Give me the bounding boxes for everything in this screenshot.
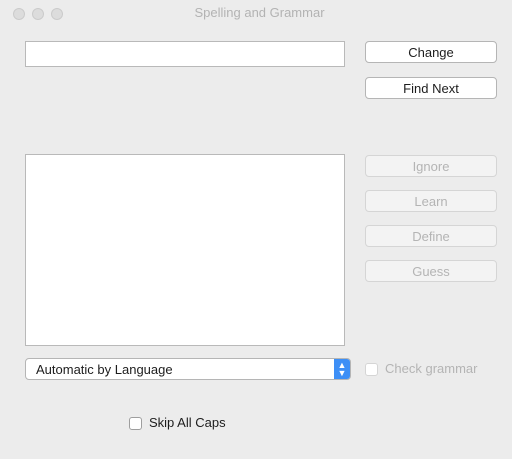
check-grammar-checkbox[interactable] [365, 363, 378, 376]
title-bar: Spelling and Grammar [7, 0, 512, 26]
select-arrows-icon: ▲ ▼ [334, 359, 350, 379]
skip-all-caps-label: Skip All Caps [149, 415, 226, 430]
spelling-grammar-window: Spelling and Grammar Change Find Next Ig… [7, 0, 512, 459]
language-select[interactable]: Automatic by Language ▲ ▼ [25, 358, 351, 380]
change-button[interactable]: Change [365, 41, 497, 63]
check-grammar-label: Check grammar [385, 361, 478, 376]
guess-button[interactable]: Guess [365, 260, 497, 282]
language-select-value: Automatic by Language [36, 362, 173, 377]
guess-list[interactable] [25, 154, 345, 346]
find-next-button[interactable]: Find Next [365, 77, 497, 99]
window-title: Spelling and Grammar [194, 5, 325, 20]
define-button[interactable]: Define [365, 225, 497, 247]
skip-all-caps-checkbox[interactable] [129, 417, 142, 430]
word-input[interactable] [25, 41, 345, 67]
learn-button[interactable]: Learn [365, 190, 497, 212]
ignore-button[interactable]: Ignore [365, 155, 497, 177]
